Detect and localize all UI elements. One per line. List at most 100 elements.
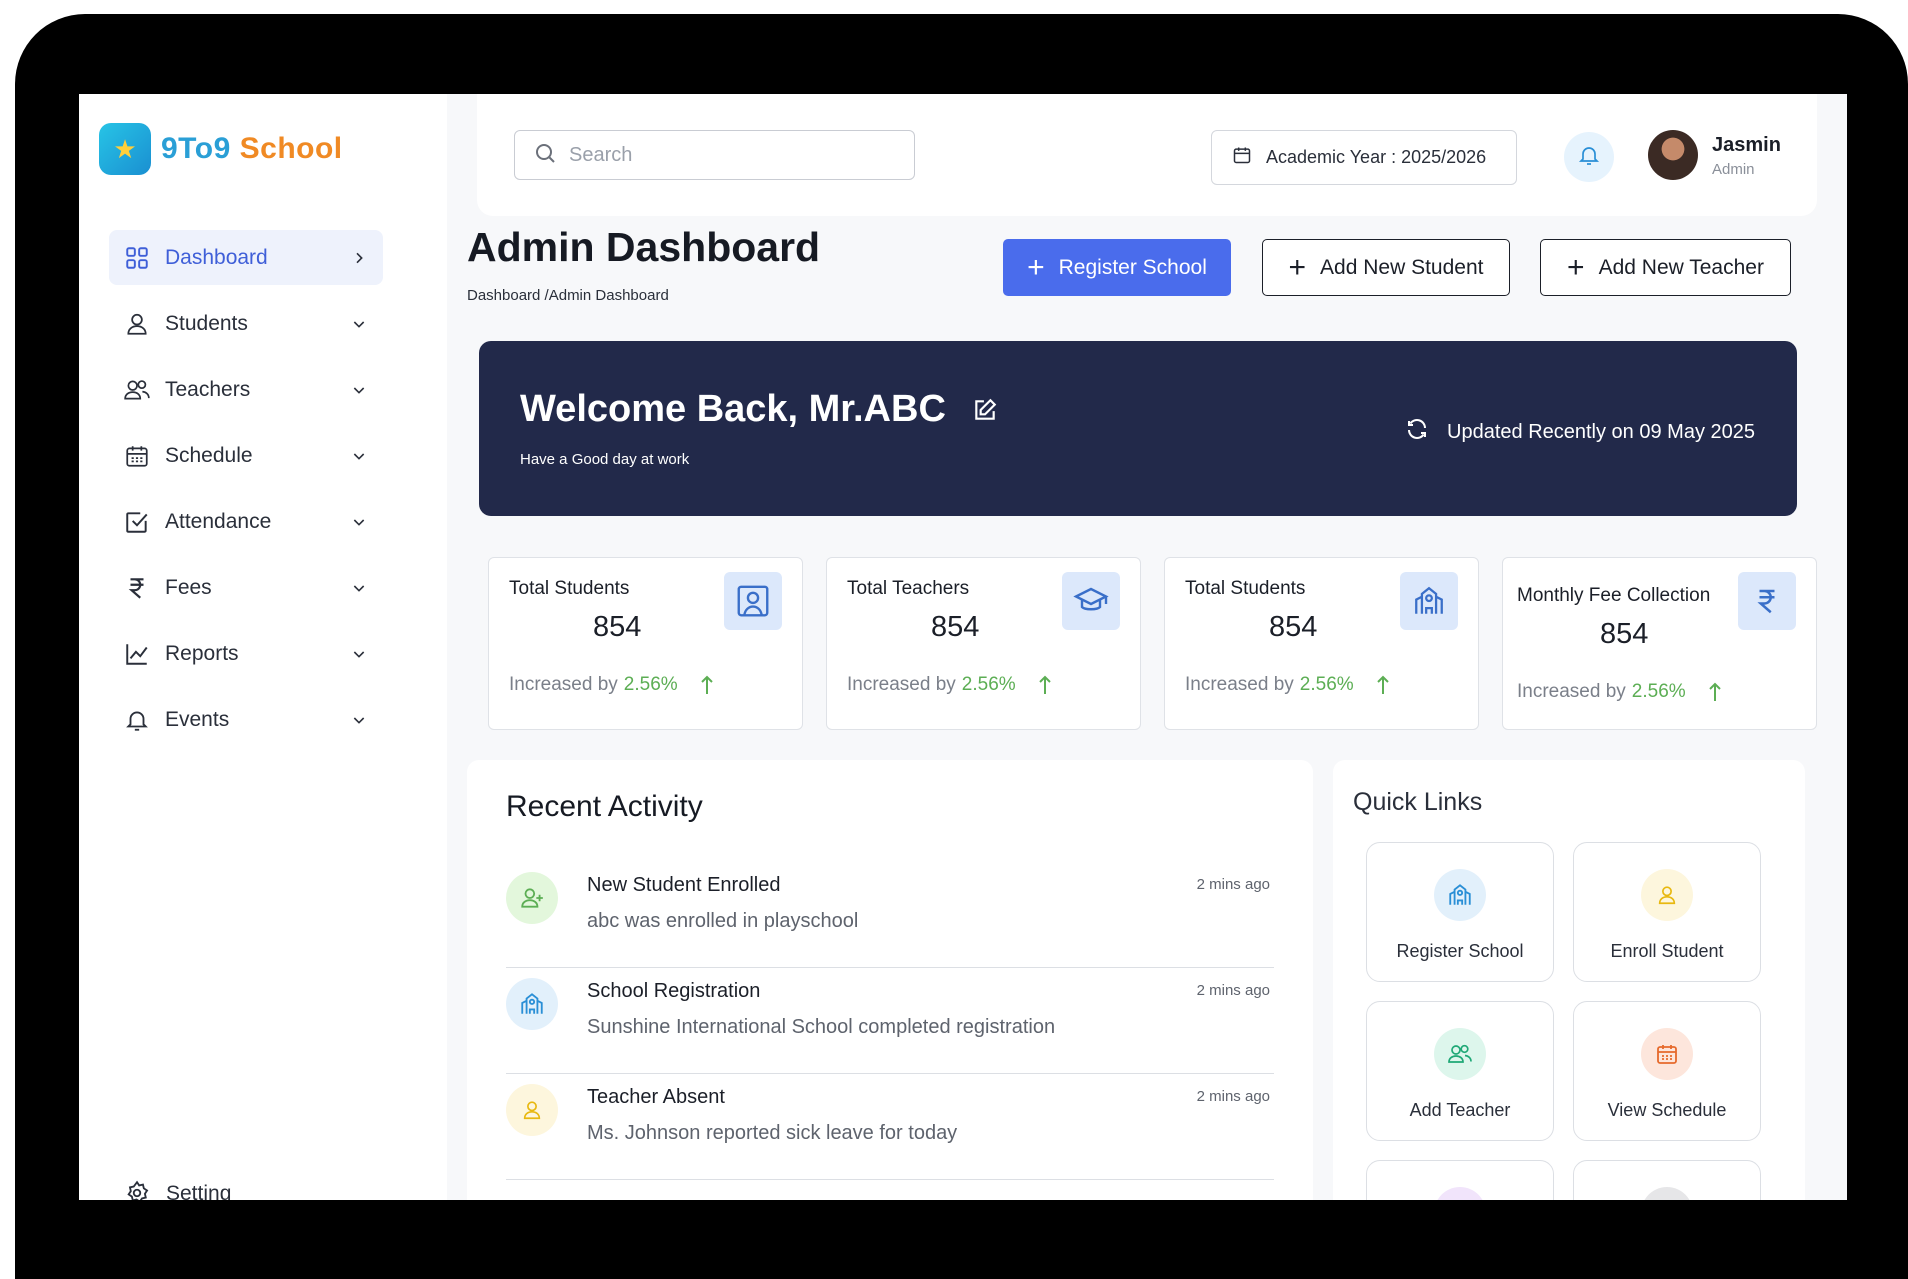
stat-card-monthly-fee[interactable]: Monthly Fee Collection 854 Increased by … [1502,557,1817,730]
checkbox-icon [123,508,151,536]
list-item[interactable]: Teacher Absent Ms. Johnson reported sick… [506,1074,1274,1180]
academic-year-label: Academic Year : 2025/2026 [1266,147,1487,167]
quick-link-icon [1641,1187,1693,1200]
brand-name-part1: 9To9 [161,132,231,165]
bell-icon [123,706,151,734]
quick-link-card[interactable] [1573,1160,1761,1200]
activity-title: New Student Enrolled [587,874,781,896]
users-icon [123,376,151,404]
user-info[interactable]: Jasmin Admin [1712,134,1781,178]
register-school-label: Register School [1058,255,1207,279]
list-item[interactable]: New Student Enrolled abc was enrolled in… [506,862,1274,968]
sidebar-item-label: Events [165,707,230,731]
sidebar-item-teachers[interactable]: Teachers [109,362,383,417]
add-new-student-label: Add New Student [1320,255,1484,279]
activity-time: 2 mins ago [1196,982,1270,999]
welcome-banner: Welcome Back, Mr.ABC Have a Good day at … [479,341,1797,516]
page-title: Admin Dashboard [467,224,821,270]
brand-name: 9To9 School [161,132,343,166]
quick-link-add-teacher[interactable]: Add Teacher [1366,1001,1554,1141]
rupee-icon [1738,572,1796,630]
stat-card-total-teachers[interactable]: Total Teachers 854 Increased by 2.56% [826,557,1141,730]
chevron-down-icon [349,314,369,334]
chart-line-icon [123,640,151,668]
sidebar-item-setting[interactable]: Setting [124,1180,231,1200]
quick-link-view-schedule[interactable]: View Schedule [1573,1001,1761,1141]
stat-increase-pct: 2.56% [1299,674,1354,695]
id-card-icon [724,572,782,630]
sidebar-item-label: Attendance [165,509,272,533]
register-school-button[interactable]: + Register School [1003,239,1231,296]
sidebar-item-fees[interactable]: Fees [109,560,383,615]
chevron-down-icon [349,710,369,730]
stat-card-total-students-2[interactable]: Total Students 854 Increased by 2.56% [1164,557,1479,730]
chevron-down-icon [349,446,369,466]
sidebar-item-label: Fees [165,575,212,599]
bell-icon [1577,143,1601,172]
list-item[interactable]: School Registration Sunshine Internation… [506,968,1274,1074]
add-new-teacher-button[interactable]: + Add New Teacher [1540,239,1791,296]
setting-label: Setting [166,1182,232,1200]
welcome-title: Welcome Back, Mr.ABC [520,388,946,430]
arrow-up-icon [1376,675,1390,695]
breadcrumb[interactable]: Dashboard /Admin Dashboard [467,287,669,304]
quick-link-label: Enroll Student [1610,941,1724,961]
stat-value: 854 [1269,611,1318,643]
top-bar: Academic Year : 2025/2026 Jasmin Admin [477,94,1817,216]
add-new-student-button[interactable]: + Add New Student [1262,239,1510,296]
refresh-icon[interactable] [1405,417,1429,447]
sidebar-item-label: Dashboard [165,245,268,269]
sidebar-item-events[interactable]: Events [109,692,383,747]
chevron-down-icon [349,512,369,532]
arrow-up-icon [700,675,714,695]
edit-icon[interactable] [972,397,998,423]
sidebar-item-schedule[interactable]: Schedule [109,428,383,483]
users-icon [1434,1028,1486,1080]
logo-icon: ★ [99,123,151,175]
stat-value: 854 [593,611,642,643]
sidebar-item-label: Students [165,311,248,335]
plus-icon: + [1567,250,1585,284]
activity-title: School Registration [587,980,761,1002]
calendar-icon [1232,145,1252,170]
stat-increase: Increased by 2.56% [1185,674,1390,696]
quick-link-enroll-student[interactable]: Enroll Student [1573,842,1761,982]
sidebar-item-reports[interactable]: Reports [109,626,383,681]
chevron-right-icon [349,248,369,268]
sidebar-item-attendance[interactable]: Attendance [109,494,383,549]
sidebar-nav: Dashboard Students Teachers Schedule Att… [109,230,383,758]
user-role: Admin [1712,161,1755,178]
stat-increase: Increased by 2.56% [847,674,1052,696]
quick-link-card[interactable] [1366,1160,1554,1200]
plus-icon: + [1288,250,1307,284]
notification-button[interactable] [1564,132,1614,182]
chevron-down-icon [349,644,369,664]
quick-link-label: Add Teacher [1409,1100,1511,1120]
sidebar-item-label: Teachers [165,377,251,401]
stat-increase-pct: 2.56% [961,674,1016,695]
activity-description: abc was enrolled in playschool [587,910,859,932]
arrow-up-icon [1038,675,1052,695]
graduation-cap-icon [1062,572,1120,630]
quick-link-register-school[interactable]: Register School [1366,842,1554,982]
welcome-subtitle: Have a Good day at work [520,451,690,468]
stat-title: Monthly Fee Collection [1517,585,1711,606]
school-icon [506,978,558,1030]
chevron-down-icon [349,380,369,400]
chevron-down-icon [349,578,369,598]
stat-increase-label: Increased by [1185,674,1294,695]
search-input[interactable] [569,143,889,167]
stat-title: Total Teachers [847,578,970,599]
plus-icon: + [1027,250,1045,284]
brand-logo[interactable]: ★ 9To9 School [99,123,343,175]
academic-year-selector[interactable]: Academic Year : 2025/2026 [1211,130,1517,185]
sidebar-item-students[interactable]: Students [109,296,383,351]
stat-increase-pct: 2.56% [623,674,678,695]
stat-card-total-students[interactable]: Total Students 854 Increased by 2.56% [488,557,803,730]
avatar[interactable] [1648,130,1698,180]
arrow-up-icon [1708,682,1722,702]
stat-value: 854 [1600,618,1649,650]
search-box[interactable] [514,130,915,180]
sidebar-item-dashboard[interactable]: Dashboard [109,230,383,285]
quick-link-label: View Schedule [1607,1100,1727,1120]
